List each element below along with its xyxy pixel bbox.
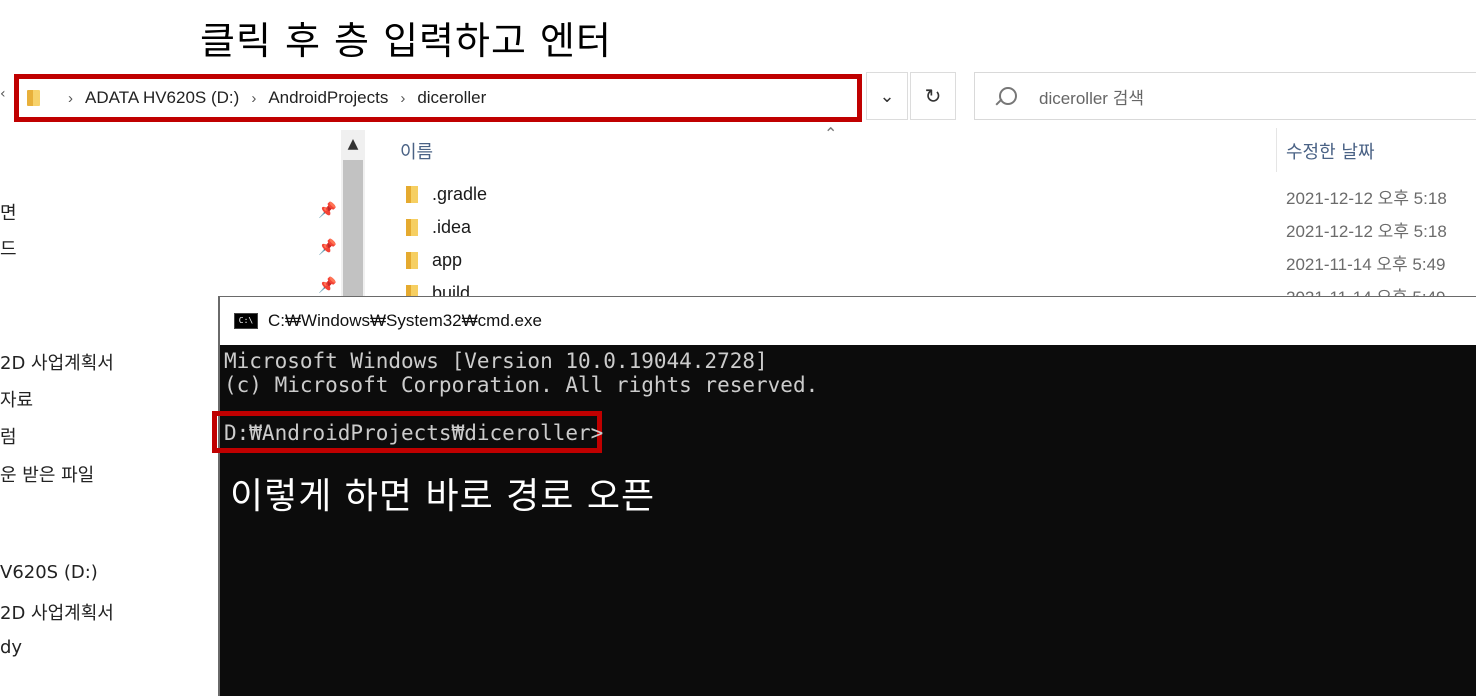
column-header-name[interactable]: 이름 xyxy=(400,138,433,164)
nav-item[interactable]: 드 xyxy=(0,235,17,261)
address-highlight-box[interactable]: › ADATA HV620S (D:) › AndroidProjects › … xyxy=(14,74,862,122)
nav-item[interactable]: 운 받은 파일 xyxy=(0,461,94,487)
chevron-down-icon: ⌄ xyxy=(879,85,895,107)
chevron-right-icon[interactable]: › xyxy=(251,90,256,107)
search-icon xyxy=(999,87,1017,105)
refresh-button[interactable]: ↻ xyxy=(910,72,956,120)
address-bar[interactable]: › ADATA HV620S (D:) › AndroidProjects › … xyxy=(0,72,862,122)
column-header-date[interactable]: 수정한 날짜 xyxy=(1286,138,1375,164)
file-row[interactable]: .idea 2021-12-12 오후 5:18 xyxy=(400,215,1476,245)
file-name: .gradle xyxy=(432,184,488,204)
pin-icon[interactable]: 📌 xyxy=(318,238,337,256)
nav-item[interactable]: 자료 xyxy=(0,386,33,412)
breadcrumb-drive[interactable]: ADATA HV620S (D:) xyxy=(85,88,239,108)
search-placeholder: diceroller 검색 xyxy=(1039,88,1144,108)
cmd-caption: 이렇게 하면 바로 경로 오픈 xyxy=(230,476,656,517)
nav-item[interactable]: dy xyxy=(0,637,22,658)
refresh-icon: ↻ xyxy=(924,84,942,108)
sort-ascending-icon: ⌃ xyxy=(824,124,838,143)
cmd-prompt[interactable]: D:₩AndroidProjects₩diceroller> xyxy=(224,421,603,445)
file-name: app xyxy=(432,250,463,270)
chevron-right-icon[interactable]: › xyxy=(68,90,73,107)
cmd-titlebar[interactable]: C:\ C:₩Windows₩System32₩cmd.exe xyxy=(220,297,1476,345)
folder-icon xyxy=(406,252,418,269)
folder-icon xyxy=(406,219,418,236)
nav-item[interactable]: 럼 xyxy=(0,423,17,449)
cmd-app-icon: C:\ xyxy=(234,313,258,329)
file-row[interactable]: .gradle 2021-12-12 오후 5:18 xyxy=(400,182,1476,212)
cmd-output: Microsoft Windows [Version 10.0.19044.27… xyxy=(224,349,818,397)
pin-icon[interactable]: 📌 xyxy=(318,201,337,219)
console-line: (c) Microsoft Corporation. All rights re… xyxy=(224,373,819,397)
file-date: 2021-11-14 오후 5:49 xyxy=(1286,255,1446,274)
column-divider[interactable] xyxy=(1276,128,1277,172)
scroll-up-arrow-icon[interactable]: ▲ xyxy=(341,130,365,158)
pin-icon[interactable]: 📌 xyxy=(318,276,337,294)
address-dropdown-button[interactable]: ⌄ xyxy=(866,72,908,120)
folder-icon xyxy=(406,186,418,203)
file-date: 2021-12-12 오후 5:18 xyxy=(1286,222,1447,241)
console-line: Microsoft Windows [Version 10.0.19044.27… xyxy=(224,349,768,373)
chevron-right-icon[interactable]: › xyxy=(400,90,405,107)
breadcrumb-androidprojects[interactable]: AndroidProjects xyxy=(268,88,388,108)
cmd-title: C:₩Windows₩System32₩cmd.exe xyxy=(268,311,542,330)
file-name: .idea xyxy=(432,217,472,237)
breadcrumb-diceroller[interactable]: diceroller xyxy=(417,88,486,108)
folder-icon xyxy=(27,90,40,106)
search-input[interactable]: diceroller 검색 xyxy=(974,72,1476,120)
cmd-window[interactable]: C:\ C:₩Windows₩System32₩cmd.exe Microsof… xyxy=(212,296,1476,696)
top-caption: 클릭 후 층 입력하고 엔터 xyxy=(200,19,612,63)
nav-item[interactable]: 면 xyxy=(0,199,17,225)
nav-item[interactable]: V620S (D:) xyxy=(0,562,98,583)
nav-item[interactable]: 2D 사업계획서 xyxy=(0,349,114,375)
breadcrumb[interactable]: › ADATA HV620S (D:) › AndroidProjects › … xyxy=(27,79,486,117)
file-date: 2021-12-12 오후 5:18 xyxy=(1286,189,1447,208)
file-row[interactable]: app 2021-11-14 오후 5:49 xyxy=(400,248,1476,278)
nav-item[interactable]: 2D 사업계획서 xyxy=(0,599,114,625)
